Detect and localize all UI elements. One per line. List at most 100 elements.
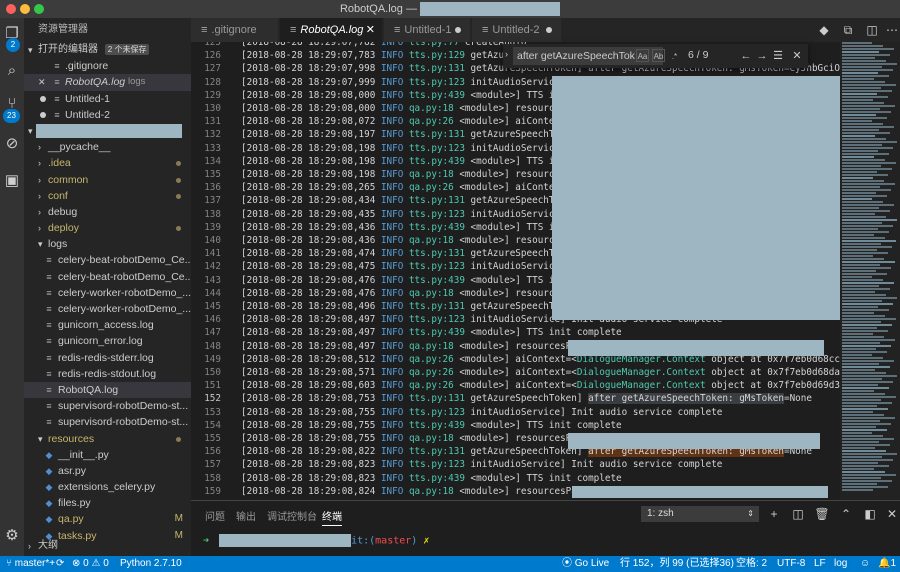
gear-icon[interactable]: ⚙ [2, 526, 22, 546]
open-changes-icon[interactable]: ⧉ [839, 21, 857, 39]
file-item[interactable]: ◆ files.py [24, 495, 191, 511]
log-line[interactable]: [2018-08-28 18:29:08,497 INFO qa.py:18 <… [241, 341, 594, 352]
log-line[interactable]: [2018-08-28 18:29:08,476 INFO qa.py:18 <… [241, 288, 571, 299]
tab-problems[interactable]: 问题 [205, 508, 225, 523]
log-line[interactable]: [2018-08-28 18:29:08,755 INFO tts.py:123… [241, 407, 722, 418]
tab-gitignore[interactable]: ≡ .gitignore [191, 18, 279, 42]
log-line[interactable]: [2018-08-28 18:29:08,496 INFO tts.py:131… [241, 301, 571, 312]
log-line[interactable]: [2018-08-28 18:29:08,265 INFO qa.py:26 <… [241, 182, 571, 193]
log-line[interactable]: [2018-08-28 18:29:07,782 INFO tts.py:77 … [241, 42, 527, 48]
minimap[interactable] [840, 42, 900, 500]
tab-untitled-2[interactable]: ≡ Untitled-2 [472, 18, 562, 42]
folder-item[interactable]: › __pycache__ [24, 139, 191, 155]
indentation[interactable]: 空格: 2 [736, 556, 767, 572]
arrow-up-icon[interactable]: ← [739, 48, 753, 64]
log-line[interactable]: [2018-08-28 18:29:08,474 INFO tts.py:131… [241, 248, 571, 259]
log-line[interactable]: [2018-08-28 18:29:08,072 INFO qa.py:26 <… [241, 116, 571, 127]
tab-output[interactable]: 输出 [236, 508, 256, 523]
log-line[interactable]: [2018-08-28 18:29:08,753 INFO tts.py:131… [241, 393, 812, 405]
file-item[interactable]: ≡ celery-worker-robotDemo_... [24, 301, 191, 317]
cursor-position[interactable]: 行 152，列 99 (已选择36) [620, 556, 734, 572]
terminal-prompt[interactable]: ➜ it:(master) ✗ [203, 534, 429, 547]
file-item[interactable]: ◆ qa.py M [24, 511, 191, 527]
python-interpreter[interactable]: Python 2.7.10 [120, 556, 182, 572]
folder-item[interactable]: › conf [24, 188, 191, 204]
log-line[interactable]: [2018-08-28 18:29:08,198 INFO qa.py:18 <… [241, 169, 571, 180]
extensions-icon[interactable]: ▣ [2, 171, 22, 191]
open-editors-section[interactable]: ▾ 打开的编辑器 2 个未保存 [24, 42, 191, 58]
split-editor-icon[interactable]: ◫ [863, 21, 881, 39]
log-line[interactable]: [2018-08-28 18:29:08,436 INFO qa.py:18 <… [241, 235, 571, 246]
chevron-up-icon[interactable]: ⌃ [838, 506, 854, 522]
trash-icon[interactable]: 🗑 [814, 506, 830, 522]
log-line[interactable]: [2018-08-28 18:29:08,198 INFO tts.py:123… [241, 143, 566, 154]
dirty-dot-icon[interactable] [546, 27, 552, 33]
log-line[interactable]: [2018-08-28 18:29:08,000 INFO tts.py:439… [241, 90, 566, 101]
open-editor-item[interactable]: ≡ .gitignore [24, 58, 191, 74]
file-item[interactable]: ≡ supervisord-robotDemo-st... [24, 414, 191, 430]
log-line[interactable]: [2018-08-28 18:29:08,755 INFO tts.py:439… [241, 420, 622, 431]
language-mode[interactable]: log [834, 556, 847, 572]
file-item[interactable]: ≡ celery-beat-robotDemo_Ce... [24, 252, 191, 268]
folder-item[interactable]: ▾ logs [24, 236, 191, 252]
tab-robotqa-log[interactable]: ≡ RobotQA.log ✕ [280, 18, 383, 42]
file-item[interactable]: ◆ __init__.py [24, 447, 191, 463]
close-icon[interactable]: ✕ [38, 74, 48, 90]
file-item[interactable]: ◆ extensions_celery.py [24, 479, 191, 495]
log-line[interactable]: [2018-08-28 18:29:08,436 INFO tts.py:439… [241, 222, 571, 233]
file-item[interactable]: ≡ RobotQA.log [24, 381, 191, 399]
arrow-down-icon[interactable]: → [755, 48, 769, 64]
dirty-dot-icon[interactable] [455, 27, 461, 33]
sync-icon[interactable]: ⟳ [56, 556, 64, 572]
log-line[interactable]: [2018-08-28 18:29:08,198 INFO tts.py:439… [241, 156, 571, 167]
log-line[interactable]: [2018-08-28 18:29:08,823 INFO tts.py:439… [241, 473, 622, 484]
feedback-icon[interactable]: ☺ [860, 556, 870, 572]
log-line[interactable]: [2018-08-28 18:29:08,435 INFO tts.py:123… [241, 209, 566, 220]
dirty-dot-icon[interactable] [40, 111, 46, 118]
log-line[interactable]: [2018-08-28 18:29:08,755 INFO qa.py:18 <… [241, 433, 588, 444]
log-line[interactable]: [2018-08-28 18:29:08,823 INFO tts.py:123… [241, 459, 722, 470]
log-line[interactable]: [2018-08-28 18:29:08,197 INFO tts.py:131… [241, 129, 571, 140]
regex-toggle[interactable]: .* [668, 49, 681, 62]
log-line[interactable]: [2018-08-28 18:29:08,497 INFO tts.py:439… [241, 327, 622, 338]
search-icon[interactable]: ⌕ [2, 61, 22, 81]
match-case-toggle[interactable]: Aa [636, 49, 649, 62]
close-icon[interactable]: ✕ [790, 48, 804, 64]
log-line[interactable]: [2018-08-28 18:29:07,783 INFO tts.py:129… [241, 50, 515, 61]
encoding[interactable]: UTF-8 [777, 556, 805, 572]
log-line[interactable]: [2018-08-28 18:29:08,475 INFO tts.py:123… [241, 261, 566, 272]
open-editor-item[interactable]: ≡ Untitled-2 [24, 107, 191, 123]
tab-terminal[interactable]: 终端 [322, 508, 342, 526]
toggle-panel-icon[interactable]: ◧ [862, 506, 878, 522]
find-in-selection-icon[interactable]: ☰ [771, 48, 785, 64]
folder-item[interactable]: › debug [24, 204, 191, 220]
git-compare-icon[interactable]: ◆ [815, 21, 833, 39]
file-item[interactable]: ≡ celery-beat-robotDemo_Ce... [24, 269, 191, 285]
problems-status[interactable]: ⊗ 0 ⚠ 0 [72, 556, 109, 572]
close-icon[interactable]: ✕ [366, 18, 375, 42]
file-item[interactable]: ≡ celery-worker-robotDemo_... [24, 285, 191, 301]
file-item[interactable]: ≡ gunicorn_access.log [24, 317, 191, 333]
project-root[interactable]: ▾ [24, 123, 191, 139]
split-terminal-icon[interactable]: ◫ [790, 506, 806, 522]
open-editor-item[interactable]: ≡ Untitled-1 [24, 91, 191, 107]
whole-word-toggle[interactable]: Ab [652, 49, 665, 62]
log-line[interactable]: [2018-08-28 18:29:08,571 INFO qa.py:26 <… [241, 367, 851, 378]
folder-item[interactable]: › deploy [24, 220, 191, 236]
more-actions-icon[interactable]: ⋯ [883, 21, 900, 39]
go-live-button[interactable]: ⦿ Go Live [562, 556, 609, 572]
log-line[interactable]: [2018-08-28 18:29:08,434 INFO tts.py:131… [241, 195, 571, 206]
log-line[interactable]: [2018-08-28 18:29:08,476 INFO tts.py:439… [241, 275, 571, 286]
tab-debug-console[interactable]: 调试控制台 [267, 508, 317, 523]
folder-item[interactable]: › .idea [24, 155, 191, 171]
debug-icon[interactable]: ⊘ [2, 134, 22, 154]
open-editor-item[interactable]: ✕ ≡ RobotQA.log logs [24, 74, 191, 91]
folder-item[interactable]: ▾ resources [24, 431, 191, 447]
notifications[interactable]: 🔔1 [878, 556, 896, 572]
file-item[interactable]: ◆ asr.py [24, 463, 191, 479]
file-item[interactable]: ≡ gunicorn_error.log [24, 333, 191, 349]
log-line[interactable]: [2018-08-28 18:29:08,000 INFO qa.py:18 <… [241, 103, 571, 114]
branch-status[interactable]: ⑂ master*+ [6, 556, 55, 572]
line-ending[interactable]: LF [814, 556, 826, 572]
file-item[interactable]: ≡ redis-redis-stdout.log [24, 366, 191, 382]
